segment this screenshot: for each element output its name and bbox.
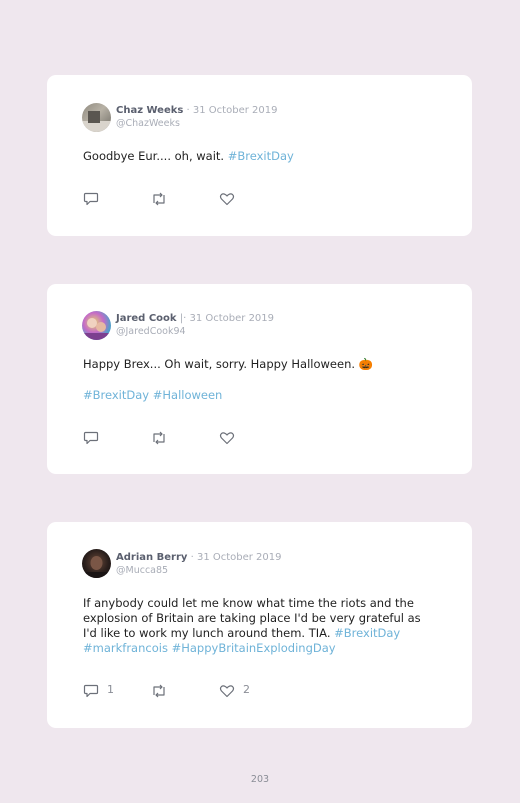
retweet-icon [153, 192, 165, 206]
reply-count: 1 [107, 683, 114, 696]
tweet-date[interactable]: 31 October 2019 [189, 313, 274, 324]
like-icon [219, 685, 235, 698]
avatar-photo [82, 318, 111, 340]
retweet-button[interactable] [150, 431, 168, 445]
like-count: 2 [243, 683, 250, 696]
reply-button[interactable] [83, 431, 99, 445]
tweet-hashtags: #BrexitDay #Halloween [83, 388, 438, 403]
tweet-card-3: Adrian Berry · 31 October 2019 @Mucca85 … [47, 522, 472, 728]
hashtag-link[interactable]: #markfrancois [83, 641, 168, 655]
avatar[interactable] [82, 311, 111, 340]
avatar-photo [82, 111, 111, 132]
tweet-header: Chaz Weeks · 31 October 2019 @ChazWeeks [116, 104, 277, 130]
page-number: 203 [250, 774, 270, 785]
separator: · [183, 105, 193, 116]
avatar[interactable] [82, 549, 111, 578]
retweet-icon [153, 431, 165, 445]
separator: · [187, 552, 197, 563]
like-icon [219, 432, 235, 445]
retweet-icon [153, 684, 165, 698]
author-name[interactable]: Chaz Weeks [116, 105, 183, 116]
retweet-button[interactable] [150, 192, 168, 206]
tweet-text-body: Happy Brex... Oh wait, sorry. Happy Hall… [83, 357, 373, 371]
tweet-card-2: Jared Cook |· 31 October 2019 @JaredCook… [47, 284, 472, 474]
author-name[interactable]: Jared Cook [116, 313, 177, 324]
reply-icon [83, 192, 99, 206]
separator: |· [176, 313, 190, 324]
author-handle[interactable]: @Mucca85 [116, 565, 168, 576]
avatar[interactable] [82, 103, 111, 132]
hashtag-link[interactable]: #BrexitDay [228, 149, 294, 163]
hashtag-link[interactable]: #BrexitDay #Halloween [83, 388, 222, 402]
retweet-button[interactable] [150, 684, 168, 698]
hashtag-link[interactable]: #HappyBritainExplodingDay [172, 641, 336, 655]
hashtag-link[interactable]: #BrexitDay [334, 626, 400, 640]
tweet-text: If anybody could let me know what time t… [83, 596, 438, 656]
tweet-text-body: Goodbye Eur.... oh, wait. [83, 149, 228, 163]
like-button[interactable]: 2 [219, 683, 250, 698]
tweet-text: Goodbye Eur.... oh, wait. #BrexitDay [83, 149, 438, 164]
tweet-text: Happy Brex... Oh wait, sorry. Happy Hall… [83, 357, 438, 372]
avatar-photo [82, 556, 111, 578]
reply-button[interactable] [83, 192, 99, 206]
reply-icon [83, 684, 99, 698]
tweet-date[interactable]: 31 October 2019 [197, 552, 282, 563]
author-handle[interactable]: @ChazWeeks [116, 118, 180, 129]
reply-icon [83, 431, 99, 445]
tweet-card-1: Chaz Weeks · 31 October 2019 @ChazWeeks … [47, 75, 472, 236]
author-name[interactable]: Adrian Berry [116, 552, 187, 563]
tweet-header: Adrian Berry · 31 October 2019 @Mucca85 [116, 551, 282, 577]
author-handle[interactable]: @JaredCook94 [116, 326, 186, 337]
tweet-header: Jared Cook |· 31 October 2019 @JaredCook… [116, 312, 274, 338]
like-button[interactable] [219, 431, 235, 445]
like-button[interactable] [219, 192, 235, 206]
like-icon [219, 193, 235, 206]
tweet-date[interactable]: 31 October 2019 [193, 105, 278, 116]
reply-button[interactable]: 1 [83, 683, 114, 698]
